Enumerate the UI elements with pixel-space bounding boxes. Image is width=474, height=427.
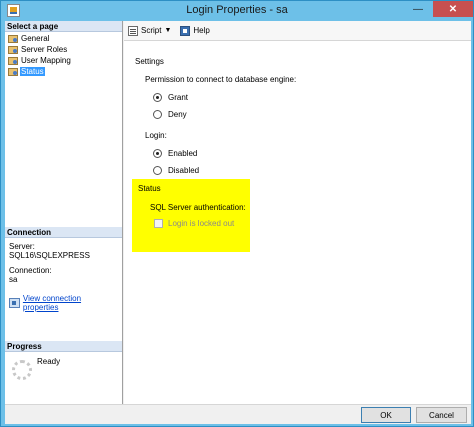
grant-label: Grant — [168, 93, 189, 102]
dialog-client-area: Select a page General Server Roles User … — [5, 21, 471, 424]
settings-title: Settings — [135, 57, 164, 66]
wrench-page-icon — [8, 56, 18, 65]
help-label: Help — [193, 26, 210, 35]
wrench-page-icon — [8, 45, 18, 54]
deny-radio-row[interactable]: Deny — [153, 106, 465, 123]
status-section-highlight: Status SQL Server authentication: Login … — [132, 179, 250, 252]
locked-out-checkbox — [154, 219, 163, 228]
script-icon — [128, 25, 138, 36]
disabled-radio[interactable] — [153, 166, 162, 175]
locked-out-label: Login is locked out — [168, 219, 235, 228]
page-item-label: Server Roles — [21, 45, 68, 54]
progress-header: Progress — [5, 341, 122, 352]
cancel-button[interactable]: Cancel — [416, 407, 467, 423]
close-button[interactable]: ✕ — [433, 1, 473, 17]
page-item-general[interactable]: General — [5, 33, 122, 44]
deny-label: Deny — [168, 110, 187, 119]
progress-status: Ready — [37, 357, 61, 366]
toolbar: Script ▼ Help — [124, 21, 471, 41]
ok-button[interactable]: OK — [361, 407, 411, 423]
connection-header: Connection — [5, 227, 122, 238]
page-item-label: Status — [20, 67, 45, 76]
login-label: Login: — [145, 131, 167, 140]
grant-radio[interactable] — [153, 93, 162, 102]
page-item-user-mapping[interactable]: User Mapping — [5, 55, 122, 66]
view-connection-properties-text[interactable]: View connection properties — [23, 294, 118, 312]
page-item-status[interactable]: Status — [5, 66, 122, 77]
login-properties-window: Login Properties - sa — ✕ Select a page … — [0, 0, 474, 427]
select-page-header: Select a page — [5, 21, 122, 32]
script-label: Script — [141, 26, 162, 35]
progress-spinner-icon — [12, 360, 32, 380]
grant-radio-row[interactable]: Grant — [153, 89, 465, 106]
connection-label: Connection: — [9, 266, 52, 275]
right-pane: Script ▼ Help Settings Permission to con… — [124, 21, 471, 404]
server-value: SQL16\SQLEXPRESS — [9, 251, 90, 260]
server-label: Server: — [9, 242, 35, 251]
locked-out-row: Login is locked out — [154, 219, 234, 228]
connection-value: sa — [9, 275, 18, 284]
left-pane: Select a page General Server Roles User … — [5, 21, 123, 404]
progress-section: Progress Ready — [5, 341, 122, 402]
help-button[interactable]: Help — [180, 25, 210, 36]
page-item-label: User Mapping — [21, 56, 71, 65]
minimize-button[interactable]: — — [403, 1, 433, 17]
disabled-radio-row[interactable]: Disabled — [153, 162, 465, 179]
wrench-page-icon — [8, 34, 18, 43]
permission-label: Permission to connect to database engine… — [145, 75, 297, 84]
script-button[interactable]: Script ▼ — [128, 25, 174, 36]
page-list: General Server Roles User Mapping Status — [5, 32, 122, 77]
progress-body: Ready — [5, 352, 122, 402]
properties-icon — [9, 298, 20, 308]
help-icon — [180, 25, 191, 36]
dialog-footer: OK Cancel — [5, 404, 471, 424]
sql-auth-label: SQL Server authentication: — [150, 203, 246, 212]
chevron-down-icon[interactable]: ▼ — [164, 27, 171, 34]
page-item-server-roles[interactable]: Server Roles — [5, 44, 122, 55]
wrench-page-icon — [8, 67, 18, 76]
connection-section: Connection Server: SQL16\SQLEXPRESS Conn… — [5, 227, 122, 316]
view-connection-properties-link[interactable]: View connection properties — [9, 294, 118, 312]
enabled-radio-row[interactable]: Enabled — [153, 145, 465, 162]
disabled-label: Disabled — [168, 166, 200, 175]
status-title: Status — [138, 184, 161, 193]
page-item-label: General — [21, 34, 50, 43]
enabled-label: Enabled — [168, 149, 198, 158]
deny-radio[interactable] — [153, 110, 162, 119]
settings-panel: Settings Permission to connect to databa… — [135, 57, 465, 179]
title-bar[interactable]: Login Properties - sa — ✕ — [1, 1, 473, 21]
enabled-radio[interactable] — [153, 149, 162, 158]
connection-details: Server: SQL16\SQLEXPRESS Connection: sa … — [5, 238, 122, 316]
window-controls: — ✕ — [403, 1, 473, 17]
